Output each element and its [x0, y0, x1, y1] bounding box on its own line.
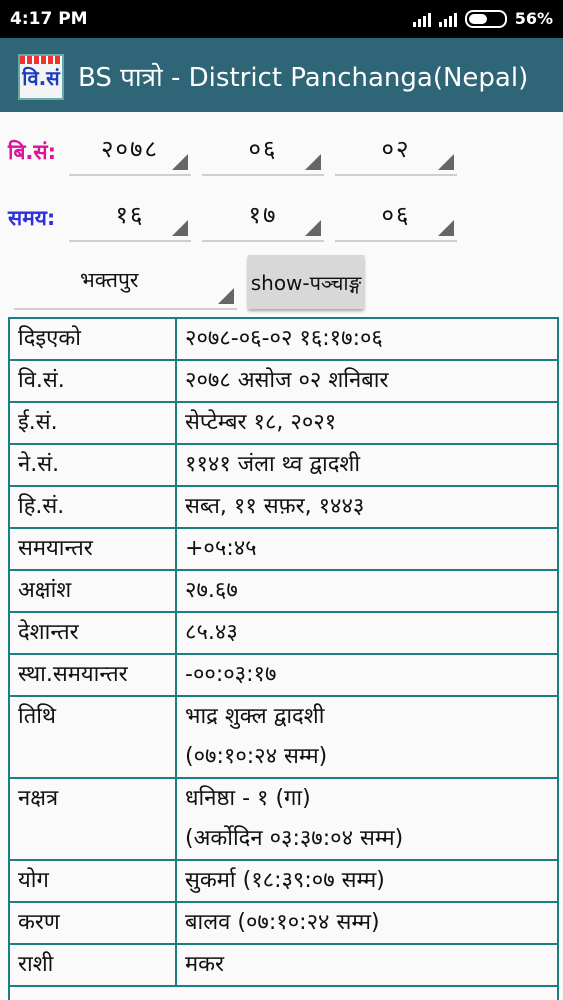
row-value-line: ११४१ जंला थ्व द्वादशी [185, 452, 361, 477]
app-title: BS पात्रो - District Panchanga(Nepal) [78, 63, 529, 93]
dropdown-arrow-icon [305, 154, 321, 170]
month-select[interactable]: ०६ [202, 118, 324, 176]
row-value-line: -००:०३:१७ [185, 662, 277, 687]
row-key: हि.सं. [8, 485, 177, 529]
dropdown-arrow-icon [305, 220, 321, 236]
row-value-line: बालव (०७:१०:२४ सम्म) [185, 910, 380, 935]
table-row: दिइएको २०७८-०६-०२ १६:१७:०६ [8, 317, 559, 361]
date-label: बि.सं: [8, 140, 57, 164]
battery-icon [464, 9, 507, 28]
district-select[interactable]: भक्तपुर [14, 252, 237, 310]
row-value-line: मकर [185, 952, 225, 977]
app-logo-text: वि.सं [22, 65, 60, 90]
panchanga-table: दिइएको २०७८-०६-०२ १६:१७:०६ वि.सं. २०७८ असोज… [8, 317, 559, 987]
second-select[interactable]: ०६ [335, 184, 457, 242]
dropdown-arrow-icon [218, 288, 234, 304]
table-row: देशान्तर ८५.४३ [8, 611, 559, 655]
row-key: नक्षत्र [8, 777, 177, 861]
time-label: समय: [8, 206, 56, 230]
table-row: ने.सं. ११४१ जंला थ्व द्वादशी [8, 443, 559, 487]
app-bar: वि.सं BS पात्रो - District Panchanga(Nep… [0, 38, 563, 112]
signal-icon [412, 11, 431, 27]
row-value: बालव (०७:१०:२४ सम्म) [175, 901, 559, 945]
row-value: भाद्र शुक्ल द्वादशी (०७:१०:२४ सम्म) [175, 695, 559, 779]
row-value-line: सेप्टेम्बर १८, २०२१ [185, 410, 337, 435]
row-value: धनिष्ठा - १ (गा) (अर्कोदिन ०३:३७:०४ सम्म) [175, 777, 559, 861]
row-value-line: भाद्र शुक्ल द्वादशी [185, 704, 325, 729]
status-icons: 56% [412, 9, 553, 28]
row-value: २०७८ असोज ०२ शनिबार [175, 359, 559, 403]
row-value: सब्त, ११ सफ़र, १४४३ [175, 485, 559, 529]
row-key: ने.सं. [8, 443, 177, 487]
table-row: स्था.समयान्तर -००:०३:१७ [8, 653, 559, 697]
app-logo-icon: वि.सं [18, 54, 64, 100]
row-key: समयान्तर [8, 527, 177, 571]
row-value: २७.६७ [175, 569, 559, 613]
row-value-line: (अर्कोदिन ०३:३७:०४ सम्म) [185, 826, 404, 851]
row-value-line: सुकर्मा (१८:३९:०७ सम्म) [185, 868, 385, 893]
table-row: तिथि भाद्र शुक्ल द्वादशी (०७:१०:२४ सम्म) [8, 695, 559, 779]
row-key: तिथि [8, 695, 177, 779]
row-value: सुकर्मा (१८:३९:०७ सम्म) [175, 859, 559, 903]
signal-icon [438, 11, 457, 27]
table-row: समयान्तर +०५:४५ [8, 527, 559, 571]
table-row: अक्षांश २७.६७ [8, 569, 559, 613]
year-select[interactable]: २०७८ [69, 118, 191, 176]
dropdown-arrow-icon [438, 154, 454, 170]
row-key: देशान्तर [8, 611, 177, 655]
show-panchanga-button[interactable]: show-पञ्चाङ्ग [248, 255, 364, 309]
row-value: +०५:४५ [175, 527, 559, 571]
row-value: सेप्टेम्बर १८, २०२१ [175, 401, 559, 445]
row-value: ११४१ जंला थ्व द्वादशी [175, 443, 559, 487]
minute-select[interactable]: १७ [202, 184, 324, 242]
row-value: ८५.४३ [175, 611, 559, 655]
row-value-line: २०७८-०६-०२ १६:१७:०६ [185, 326, 383, 351]
row-value-line: २०७८ असोज ०२ शनिबार [185, 368, 389, 393]
row-key: वि.सं. [8, 359, 177, 403]
row-value-line: +०५:४५ [185, 536, 257, 561]
row-key: अक्षांश [8, 569, 177, 613]
status-time: 4:17 PM [10, 9, 88, 29]
row-value-line: धनिष्ठा - १ (गा) [185, 786, 311, 811]
row-value-line: ८५.४३ [185, 620, 238, 645]
day-select[interactable]: ०२ [335, 118, 457, 176]
row-value: मकर [175, 943, 559, 987]
table-row: करण बालव (०७:१०:२४ सम्म) [8, 901, 559, 945]
table-row: वि.सं. २०७८ असोज ०२ शनिबार [8, 359, 559, 403]
district-value: भक्तपुर [80, 268, 139, 292]
table-row: योग सुकर्मा (१८:३९:०७ सम्म) [8, 859, 559, 903]
row-value-line: सब्त, ११ सफ़र, १४४३ [185, 494, 365, 519]
row-key: योग [8, 859, 177, 903]
row-value-line: (०७:१०:२४ सम्म) [185, 744, 328, 769]
hour-select[interactable]: १६ [69, 184, 191, 242]
dropdown-arrow-icon [172, 154, 188, 170]
row-key: राशी [8, 943, 177, 987]
battery-percent: 56% [514, 9, 553, 28]
table-row: नक्षत्र धनिष्ठा - १ (गा) (अर्कोदिन ०३:३७:०… [8, 777, 559, 861]
dropdown-arrow-icon [438, 220, 454, 236]
row-key: करण [8, 901, 177, 945]
dropdown-arrow-icon [172, 220, 188, 236]
row-key: दिइएको [8, 317, 177, 361]
row-value: २०७८-०६-०२ १६:१७:०६ [175, 317, 559, 361]
table-row: राशी मकर [8, 943, 559, 987]
row-key: स्था.समयान्तर [8, 653, 177, 697]
row-value: -००:०३:१७ [175, 653, 559, 697]
table-row: ई.सं. सेप्टेम्बर १८, २०२१ [8, 401, 559, 445]
row-key: ई.सं. [8, 401, 177, 445]
row-value-line: २७.६७ [185, 578, 238, 603]
table-row: हि.सं. सब्त, ११ सफ़र, १४४३ [8, 485, 559, 529]
table-overflow-edge [8, 984, 559, 1000]
status-bar: 4:17 PM 56% [0, 0, 563, 38]
